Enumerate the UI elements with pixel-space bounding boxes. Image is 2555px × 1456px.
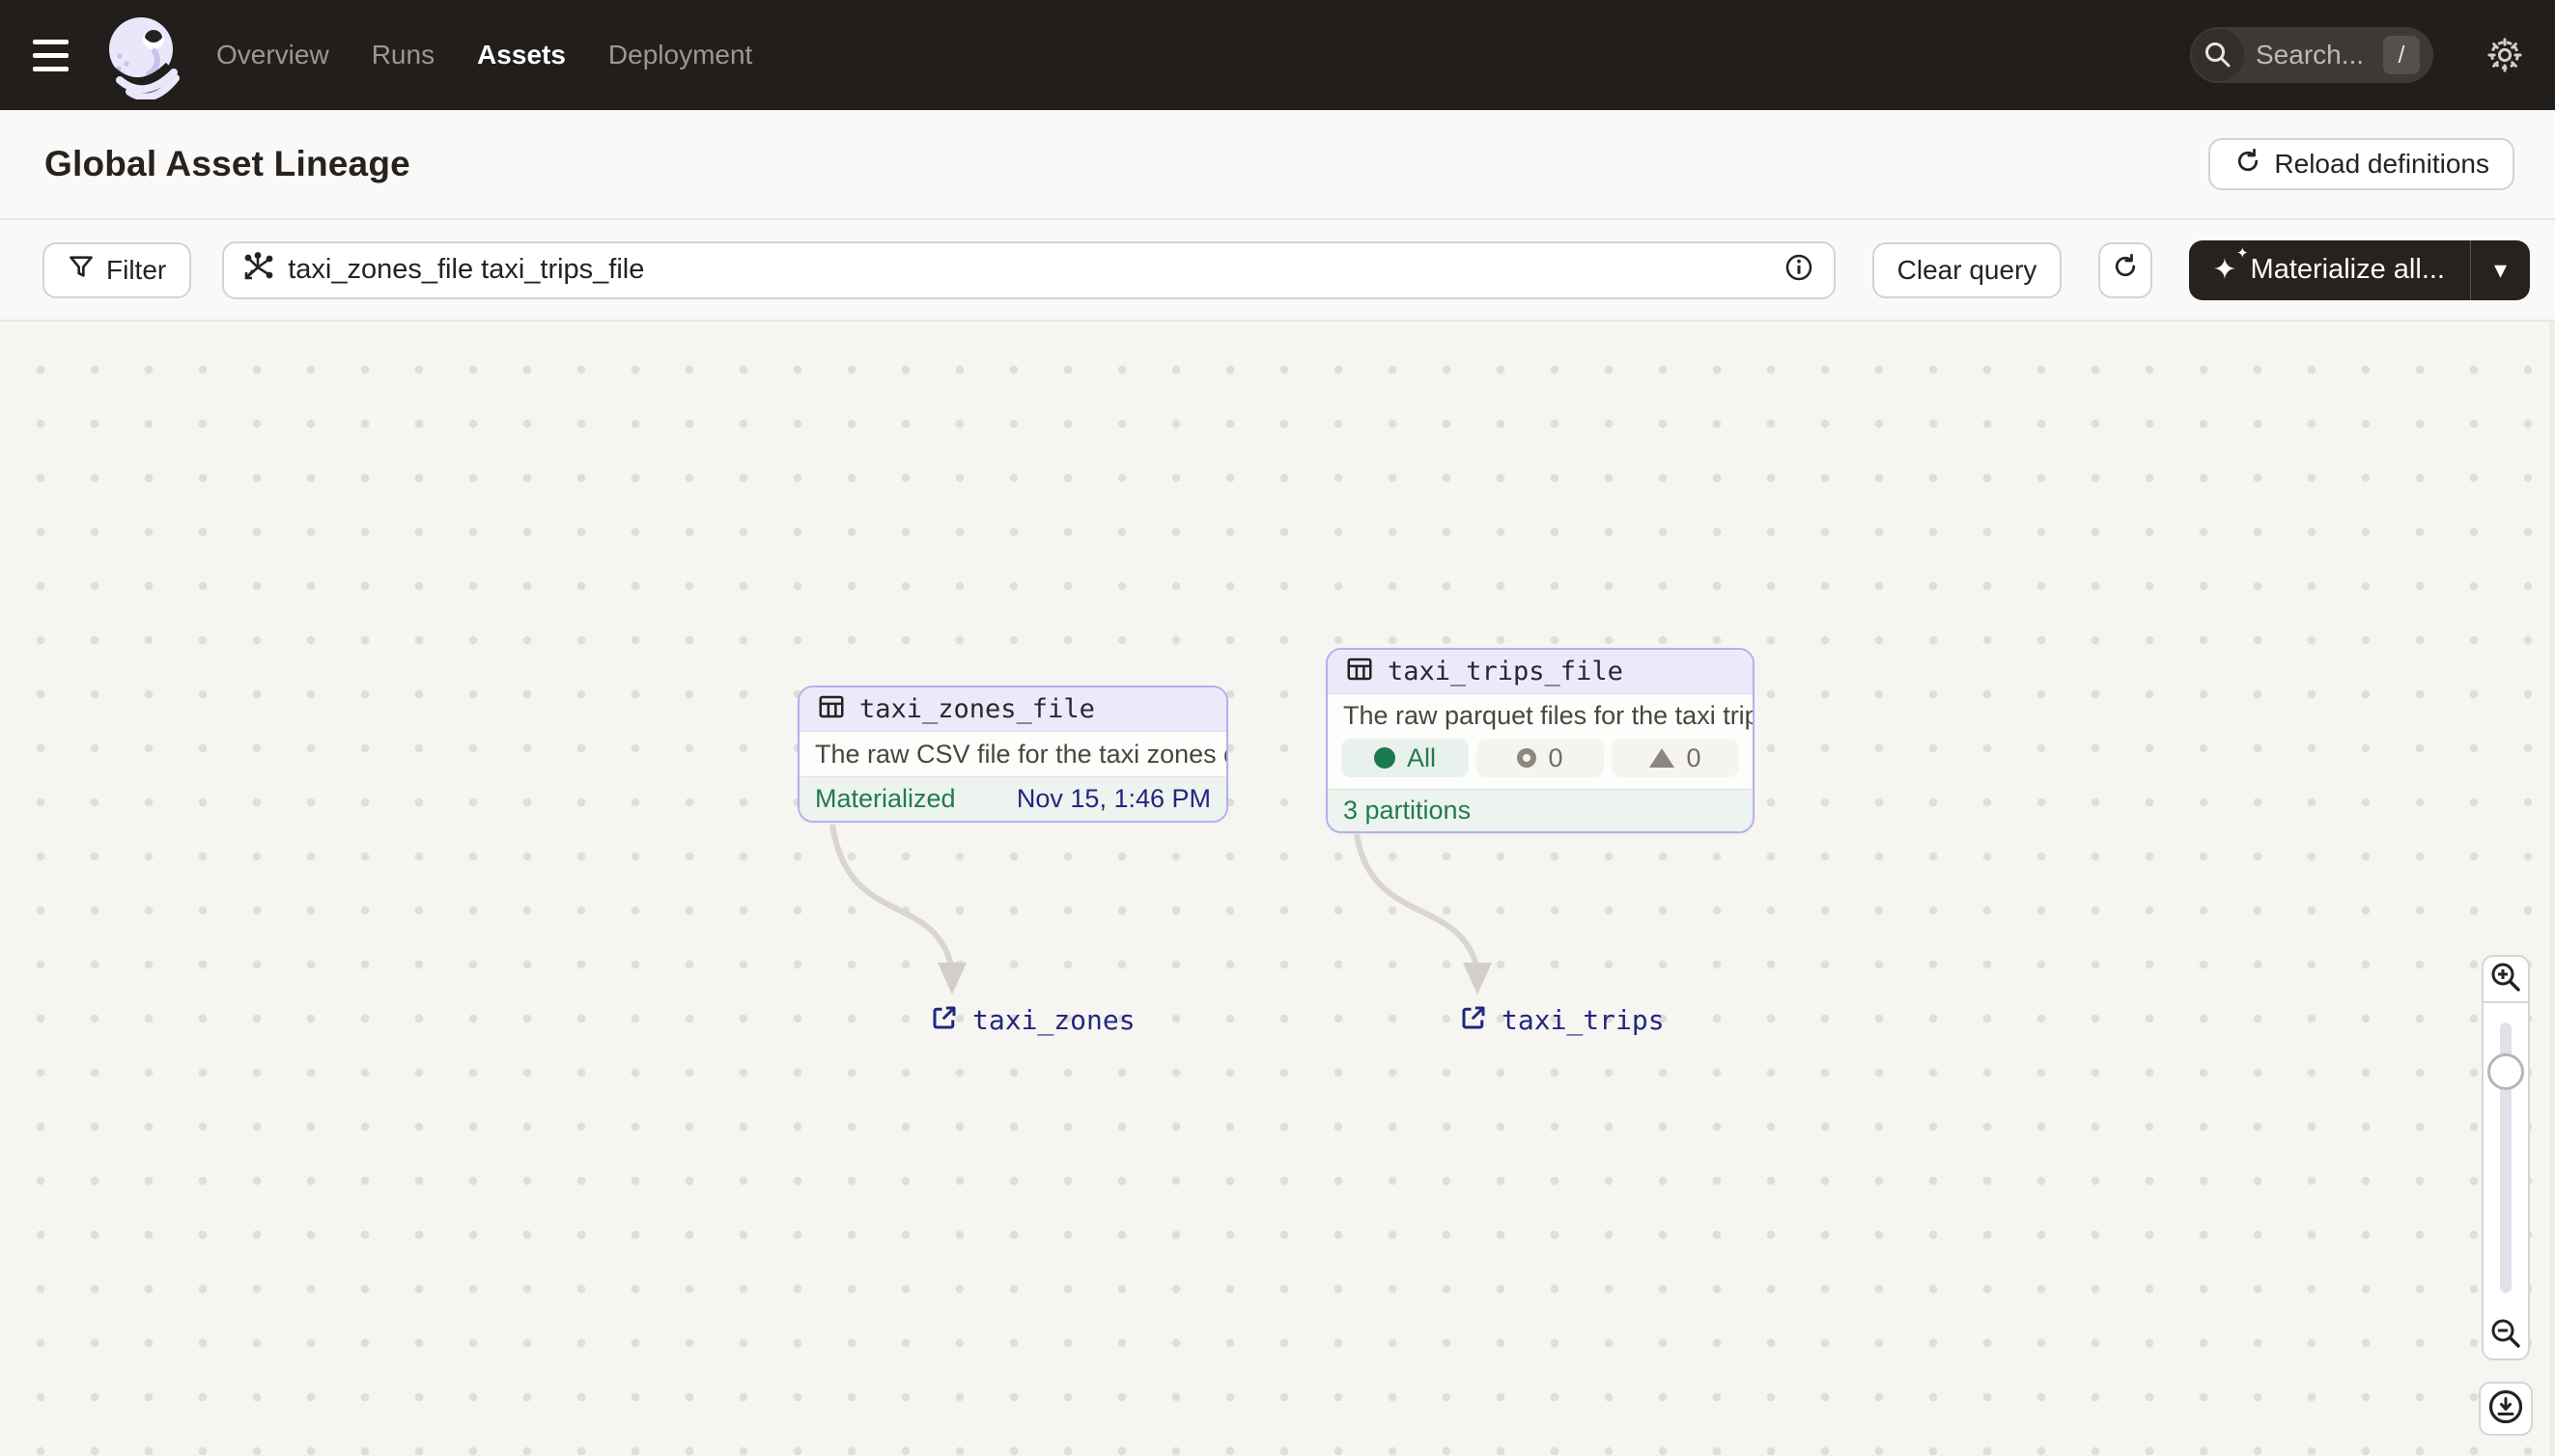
partitions-failed-pill[interactable]: 0 bbox=[1476, 739, 1604, 777]
zoom-out-icon bbox=[2489, 1317, 2522, 1355]
materialized-timestamp[interactable]: Nov 15, 1:46 PM bbox=[1017, 784, 1211, 814]
lineage-toolbar: Filter Clear query bbox=[0, 220, 2555, 322]
table-icon bbox=[817, 692, 846, 726]
sparkle-icon: ✦ ✦ bbox=[2212, 244, 2249, 286]
materialize-dropdown-caret[interactable]: ▾ bbox=[2470, 239, 2530, 300]
asset-name: taxi_trips_file bbox=[1388, 657, 1623, 686]
canvas-scrollbar[interactable] bbox=[2550, 322, 2555, 1456]
nav-menu: Overview Runs Assets Deployment bbox=[216, 40, 752, 70]
external-asset-taxi-zones[interactable]: taxi_zones bbox=[930, 1003, 1136, 1037]
green-dot-icon bbox=[1373, 747, 1395, 769]
download-circle-icon bbox=[2486, 1387, 2525, 1431]
filter-button[interactable]: Filter bbox=[42, 241, 192, 298]
download-view-button[interactable] bbox=[2479, 1382, 2533, 1436]
zoom-slider-handle[interactable] bbox=[2487, 1053, 2524, 1090]
global-search[interactable]: Search... / bbox=[2190, 27, 2433, 83]
nav-item-overview[interactable]: Overview bbox=[216, 40, 329, 70]
partitions-missing-pill[interactable]: 0 bbox=[1612, 739, 1739, 777]
search-icon bbox=[2192, 29, 2244, 81]
partition-count-label: 3 partitions bbox=[1343, 796, 1472, 825]
reload-definitions-label: Reload definitions bbox=[2274, 149, 2489, 179]
asset-node-taxi-trips-file[interactable]: taxi_trips_file The raw parquet files fo… bbox=[1326, 648, 1755, 833]
table-icon bbox=[1345, 655, 1374, 688]
materialize-all-split-button: ✦ ✦ Materialize all... ▾ bbox=[2189, 239, 2530, 300]
asset-selection-input-wrap bbox=[222, 240, 1836, 299]
dagster-logo-icon[interactable] bbox=[100, 11, 182, 99]
asset-description: The raw CSV file for the taxi zones dat.… bbox=[815, 739, 1226, 769]
clear-query-label: Clear query bbox=[1896, 254, 2037, 285]
filter-label: Filter bbox=[106, 254, 167, 285]
nav-item-runs[interactable]: Runs bbox=[372, 40, 435, 70]
zoom-slider[interactable] bbox=[2482, 1003, 2530, 1312]
nav-item-assets[interactable]: Assets bbox=[477, 40, 566, 70]
partition-health-row: All 0 0 bbox=[1328, 737, 1753, 789]
refresh-icon bbox=[2111, 252, 2140, 288]
asset-description: The raw parquet files for the taxi trips… bbox=[1343, 700, 1753, 730]
lineage-canvas[interactable]: taxi_zones_file The raw CSV file for the… bbox=[0, 322, 2555, 1456]
zoom-in-icon bbox=[2489, 961, 2522, 998]
funnel-icon bbox=[68, 253, 95, 287]
info-icon[interactable] bbox=[1783, 252, 1814, 288]
partitions-materialized-pill[interactable]: All bbox=[1341, 739, 1469, 777]
lineage-edges bbox=[829, 824, 1492, 994]
hamburger-menu-icon[interactable] bbox=[23, 21, 91, 89]
zoom-in-button[interactable] bbox=[2482, 955, 2530, 1003]
external-asset-taxi-trips[interactable]: taxi_trips bbox=[1459, 1003, 1665, 1037]
op-selection-icon bbox=[241, 251, 274, 289]
settings-gear-icon[interactable] bbox=[2484, 34, 2526, 76]
external-link-icon bbox=[1459, 1003, 1488, 1037]
asset-node-taxi-zones-file[interactable]: taxi_zones_file The raw CSV file for the… bbox=[798, 686, 1228, 823]
materialized-status: Materialized bbox=[815, 784, 956, 813]
partitions-failed-count: 0 bbox=[1548, 742, 1563, 772]
materialize-all-button[interactable]: ✦ ✦ Materialize all... bbox=[2189, 240, 2470, 300]
page-title: Global Asset Lineage bbox=[44, 144, 410, 183]
top-nav: Overview Runs Assets Deployment Search..… bbox=[0, 0, 2555, 110]
external-link-icon bbox=[930, 1003, 959, 1037]
reload-definitions-button[interactable]: Reload definitions bbox=[2208, 138, 2514, 190]
search-shortcut-badge: / bbox=[2383, 36, 2420, 74]
asset-selection-input[interactable] bbox=[288, 254, 1770, 286]
partitions-all-label: All bbox=[1406, 742, 1436, 772]
asset-name: taxi_zones_file bbox=[859, 694, 1095, 724]
refresh-graph-button[interactable] bbox=[2098, 241, 2153, 298]
gray-triangle-icon bbox=[1649, 748, 1675, 768]
materialize-all-label: Materialize all... bbox=[2250, 254, 2445, 285]
external-asset-name: taxi_zones bbox=[972, 1004, 1136, 1036]
search-placeholder: Search... bbox=[2256, 40, 2365, 70]
nav-item-deployment[interactable]: Deployment bbox=[608, 40, 752, 70]
external-asset-name: taxi_trips bbox=[1502, 1004, 1665, 1036]
page-header: Global Asset Lineage Reload definitions bbox=[0, 110, 2555, 220]
partitions-missing-count: 0 bbox=[1686, 742, 1701, 772]
refresh-icon bbox=[2233, 147, 2262, 182]
zoom-out-button[interactable] bbox=[2482, 1312, 2530, 1360]
clear-query-button[interactable]: Clear query bbox=[1871, 241, 2063, 298]
zoom-controls bbox=[2479, 955, 2533, 1436]
gray-ring-icon bbox=[1517, 748, 1537, 768]
